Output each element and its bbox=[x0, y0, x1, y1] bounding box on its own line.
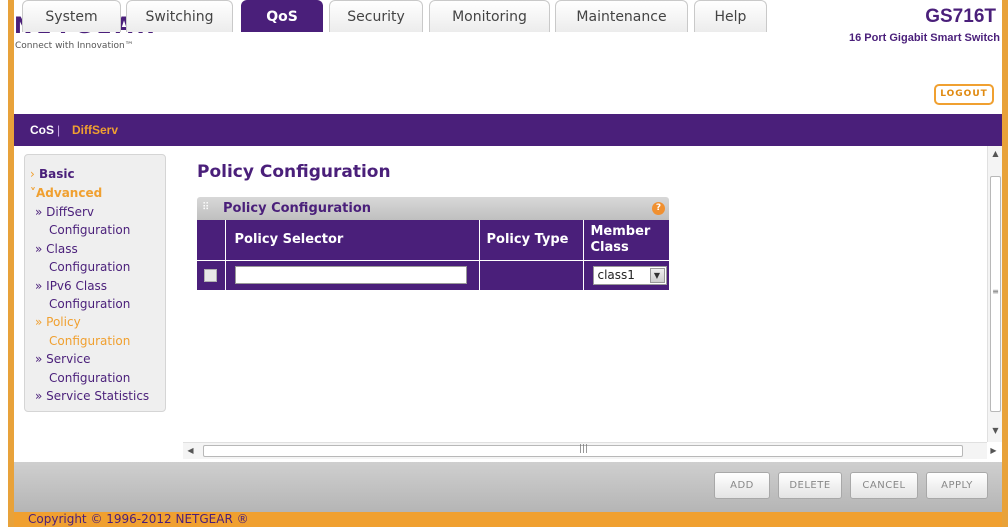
tab-label: QoS bbox=[266, 9, 298, 25]
nav-item-line: » DiffServ bbox=[35, 205, 95, 219]
policy-type-cell bbox=[479, 259, 584, 290]
subnav-cos[interactable]: CoS bbox=[30, 123, 54, 137]
header-text: Member bbox=[590, 223, 651, 239]
sub-navigation: CoS | DiffServ bbox=[14, 114, 1002, 146]
page-title: Policy Configuration bbox=[197, 162, 391, 182]
nav-item-line: Configuration bbox=[49, 260, 131, 275]
subnav-separator: | bbox=[57, 123, 61, 137]
member-class-select[interactable]: class1 ▼ bbox=[592, 265, 667, 285]
policy-table: Policy Selector Policy Type Member Class … bbox=[197, 220, 669, 290]
grip-icon: ≡ bbox=[992, 287, 999, 296]
table-row: class1 ▼ bbox=[197, 259, 669, 290]
table-header-row: Policy Selector Policy Type Member Class bbox=[197, 220, 669, 260]
grip-icon: ||| bbox=[579, 444, 589, 454]
delete-button[interactable]: DELETE bbox=[778, 472, 842, 499]
nav-item-line: » Policy bbox=[35, 315, 81, 330]
chevron-right-icon: › bbox=[30, 167, 35, 181]
nav-item-diffserv-config[interactable]: » DiffServ Configuration bbox=[30, 203, 165, 240]
nav-item-service-config[interactable]: » Service Configuration bbox=[30, 350, 165, 387]
tab-label: System bbox=[45, 9, 98, 25]
member-class-cell: class1 ▼ bbox=[583, 259, 669, 290]
tab-label: Maintenance bbox=[576, 9, 667, 25]
vertical-scrollbar[interactable]: ▲ ≡ ▼ bbox=[987, 146, 1002, 442]
nav-item-line: » Service Statistics bbox=[35, 389, 150, 404]
nav-item-line: » Class bbox=[35, 241, 78, 256]
nav-item-line: » Service bbox=[35, 352, 91, 367]
tab-qos[interactable]: QoS bbox=[241, 0, 323, 32]
tab-switching[interactable]: Switching bbox=[126, 0, 233, 32]
model-name: GS716T bbox=[925, 6, 996, 27]
dropdown-arrow-icon: ▼ bbox=[649, 267, 665, 283]
panel-header: ⠿ Policy Configuration ? bbox=[197, 197, 669, 220]
nav-advanced-label: Advanced bbox=[36, 186, 103, 200]
scroll-down-icon[interactable]: ▼ bbox=[988, 423, 1003, 438]
right-border bbox=[1002, 0, 1008, 527]
row-checkbox-cell bbox=[197, 259, 226, 290]
add-button[interactable]: ADD bbox=[714, 472, 770, 499]
tab-label: Switching bbox=[145, 9, 214, 25]
subnav-diffserv[interactable]: DiffServ bbox=[72, 123, 118, 137]
logout-button[interactable]: LOGOUT bbox=[934, 84, 994, 105]
nav-basic-label: Basic bbox=[39, 167, 75, 181]
apply-button[interactable]: APPLY bbox=[926, 472, 988, 499]
help-icon[interactable]: ? bbox=[652, 202, 665, 215]
header-text: Class bbox=[590, 239, 629, 255]
nav-item-line: Configuration bbox=[49, 297, 131, 312]
tab-label: Security bbox=[347, 9, 405, 25]
model-description: 16 Port Gigabit Smart Switch bbox=[849, 32, 1000, 44]
header-checkbox-col bbox=[197, 220, 226, 260]
nav-item-policy-config[interactable]: » Policy Configuration bbox=[30, 313, 165, 350]
header-policy-type: Policy Type bbox=[479, 220, 584, 260]
copyright-text: Copyright © 1996-2012 NETGEAR ® bbox=[28, 512, 249, 526]
policy-config-panel: ⠿ Policy Configuration ? Policy Selector… bbox=[197, 197, 669, 293]
scroll-left-icon[interactable]: ◀ bbox=[183, 443, 198, 459]
header-member-class: Member Class bbox=[583, 220, 669, 260]
tab-label: Help bbox=[714, 9, 747, 25]
action-bar: ADD DELETE CANCEL APPLY bbox=[14, 462, 1002, 512]
tab-help[interactable]: Help bbox=[694, 0, 767, 32]
nav-item-line: Configuration bbox=[49, 333, 131, 348]
nav-basic[interactable]: › Basic bbox=[30, 165, 165, 184]
tab-label: Monitoring bbox=[452, 9, 527, 25]
nav-item-service-statistics[interactable]: » Service Statistics bbox=[30, 387, 165, 405]
row-checkbox[interactable] bbox=[204, 268, 218, 282]
select-value: class1 bbox=[597, 267, 635, 282]
panel-title: Policy Configuration bbox=[223, 201, 372, 216]
header-policy-selector: Policy Selector bbox=[225, 220, 480, 260]
cancel-button[interactable]: CANCEL bbox=[850, 472, 918, 499]
nav-item-line: » IPv6 Class bbox=[35, 278, 108, 293]
tab-monitoring[interactable]: Monitoring bbox=[429, 0, 550, 32]
tab-maintenance[interactable]: Maintenance bbox=[555, 0, 688, 32]
tab-system[interactable]: System bbox=[22, 0, 121, 32]
nav-item-line: Configuration bbox=[49, 370, 131, 385]
nav-item-class-config[interactable]: » Class Configuration bbox=[30, 240, 165, 277]
drag-handle-icon: ⠿ bbox=[202, 202, 210, 213]
scroll-right-icon[interactable]: ▶ bbox=[986, 443, 1001, 459]
horizontal-scrollbar[interactable]: ◀ ||| ▶ bbox=[183, 442, 997, 459]
vertical-scroll-thumb[interactable]: ≡ bbox=[990, 176, 1001, 412]
nav-item-ipv6-class-config[interactable]: » IPv6 Class Configuration bbox=[30, 277, 165, 314]
policy-selector-cell bbox=[225, 259, 480, 290]
nav-advanced[interactable]: ˅Advanced bbox=[30, 184, 165, 203]
nav-item-line: Configuration bbox=[49, 223, 131, 238]
left-navigation: › Basic ˅Advanced » DiffServ Configurati… bbox=[24, 154, 166, 412]
tab-security[interactable]: Security bbox=[329, 0, 423, 32]
horizontal-scroll-thumb[interactable]: ||| bbox=[203, 444, 963, 457]
scroll-up-icon[interactable]: ▲ bbox=[988, 146, 1003, 161]
policy-selector-input[interactable] bbox=[234, 266, 467, 285]
tagline: Connect with Innovation™ bbox=[15, 41, 134, 51]
